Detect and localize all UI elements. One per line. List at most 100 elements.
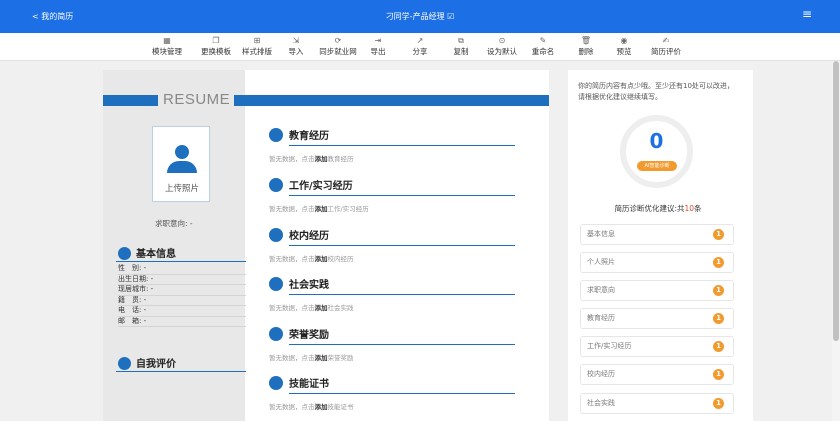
skills-section: 技能证书 暂无数据，点击添加技能证书 [269,376,515,411]
export-icon: ⇥ [374,36,382,45]
grid-icon: ▦ [163,36,171,45]
ai-diagnosis-badge[interactable]: AI智能诊断 [637,161,677,171]
page-scrollbar[interactable] [832,61,840,421]
briefcase-icon [269,178,283,192]
set-default-button[interactable]: ⊙ 设为默认 [484,35,520,57]
suggestion-education[interactable]: 教育经历 1 [580,308,734,329]
diagnosis-tip: 你的简历内容有点少哦。至少还有10处可以改进，请根据优化建议继续填写。 [578,82,734,101]
toolbar: ▦ 模块管理 ❐ 更换模板 ⊞ 样式排版 ⇲ 导入 ⟳ 同步就业网 ⇥ 导出 ↗ 分享 ⧉ 复制… [0,33,840,61]
import-icon: ⇲ [292,36,300,45]
add-skills-link[interactable]: 添加 [315,403,328,411]
city-row: 现居城市: - [118,285,246,296]
education-heading[interactable]: 教育经历 [269,128,515,144]
change-template-button[interactable]: ❐ 更换模板 [198,35,234,57]
add-campus-link[interactable]: 添加 [315,255,328,263]
trash-icon: 🗑 [580,36,592,45]
campus-heading[interactable]: 校内经历 [269,228,515,244]
delete-button[interactable]: 🗑 删除 [574,35,598,57]
education-section: 教育经历 暂无数据，点击添加教育经历 [269,128,515,163]
copy-button[interactable]: ⧉ 复制 [449,35,473,57]
campus-section: 校内经历 暂无数据，点击添加校内经历 [269,228,515,263]
suggestion-count-badge: 1 [713,341,724,352]
score-gauge: 0 AI智能诊断 [620,115,693,188]
self-evaluation-heading[interactable]: 自我评价 [118,355,176,371]
suggestion-campus[interactable]: 校内经历 1 [580,364,734,385]
basic-info-heading[interactable]: 基本信息 [118,245,176,261]
basic-info-divider [116,261,246,262]
diagnosis-summary: 简历诊断优化建议:共10条 [614,204,702,213]
upload-photo-label: 上传照片 [164,184,199,194]
suggestion-count: 10 [684,204,695,213]
review-icon: ✍ [662,36,670,45]
suggestion-photo[interactable]: 个人照片 1 [580,252,734,273]
person-icon [175,145,189,159]
top-header: < 我的简历 刁同学-产品经理 ☑ ≡ [0,0,840,33]
job-intent[interactable]: 求职意向: - [155,218,193,229]
social-practice-heading[interactable]: 社会实践 [269,277,515,293]
user-icon [118,246,131,260]
honors-section: 荣誉奖励 暂无数据，点击添加荣誉奖励 [269,327,515,362]
add-education-link[interactable]: 添加 [315,155,328,163]
suggestion-count-badge: 1 [713,398,724,409]
suggestion-count-badge: 1 [713,313,724,324]
suggestion-basic-info[interactable]: 基本信息 1 [580,224,734,245]
campus-empty-hint: 暂无数据，点击添加校内经历 [269,255,354,263]
score-value: 0 [649,129,664,153]
gender-row: 性 别: - [118,264,246,275]
education-empty-hint: 暂无数据，点击添加教育经历 [269,155,354,163]
social-practice-section: 社会实践 暂无数据，点击添加社会实践 [269,277,515,312]
email-row: 邮 箱: - [118,317,246,327]
edit-icon: ✎ [539,36,547,45]
share-icon: ↗ [416,36,424,45]
gear-icon [269,376,283,390]
honors-heading[interactable]: 荣誉奖励 [269,327,515,343]
work-empty-hint: 暂无数据，点击添加工作/实习经历 [269,205,369,213]
resume-title[interactable]: 刁同学-产品经理 ☑ [0,11,840,22]
honors-empty-hint: 暂无数据，点击添加荣誉奖励 [269,354,354,362]
add-honors-link[interactable]: 添加 [315,354,328,362]
hometown-row: 籍 贯: - [118,296,246,306]
people-icon [269,277,283,291]
basic-info-list[interactable]: 性 别: - 出生日期: - 现居城市: - 籍 贯: - 电 话: - 邮 箱… [118,264,246,327]
preview-button[interactable]: ◉ 预览 [612,35,636,57]
check-circle-icon: ⊙ [498,36,506,45]
add-social-practice-link[interactable]: 添加 [315,304,328,312]
upload-photo-button[interactable]: 上传照片 [152,126,210,202]
book-icon [269,228,283,242]
style-layout-button[interactable]: ⊞ 样式排版 [239,35,275,57]
suggestion-social-practice[interactable]: 社会实践 1 [580,393,734,414]
sync-icon: ⟳ [334,36,342,45]
birthdate-row: 出生日期: - [118,275,246,285]
import-button[interactable]: ⇲ 导入 [284,35,308,57]
suggestion-work[interactable]: 工作/实习经历 1 [580,336,734,357]
self-evaluation-divider [116,371,246,372]
scrollbar-thumb[interactable] [833,61,839,341]
resume-heading-bar-right [234,95,549,106]
export-button[interactable]: ⇥ 导出 [366,35,390,57]
skills-empty-hint: 暂无数据，点击添加技能证书 [269,403,354,411]
module-manage-button[interactable]: ▦ 模块管理 [145,35,189,57]
user-icon [118,356,131,370]
resume-review-button[interactable]: ✍ 简历评价 [647,35,685,57]
social-practice-empty-hint: 暂无数据，点击添加社会实践 [269,304,354,312]
graduation-icon [269,128,283,142]
copy-icon: ❐ [212,36,220,45]
suggestion-count-badge: 1 [713,285,724,296]
share-button[interactable]: ↗ 分享 [408,35,432,57]
suggestion-count-badge: 1 [713,229,724,240]
suggestion-job-intent[interactable]: 求职意向 1 [580,280,734,301]
hamburger-icon[interactable]: ≡ [802,7,812,21]
work-heading[interactable]: 工作/实习经历 [269,178,515,194]
sync-employment-button[interactable]: ⟳ 同步就业网 [316,35,360,57]
add-work-link[interactable]: 添加 [315,205,328,213]
resume-heading: RESUME [163,91,231,108]
phone-row: 电 话: - [118,306,246,317]
suggestion-count-badge: 1 [713,369,724,380]
resume-heading-bar-left [103,95,158,106]
duplicate-icon: ⧉ [458,36,464,45]
rename-button[interactable]: ✎ 重命名 [527,35,559,57]
skills-heading[interactable]: 技能证书 [269,376,515,392]
suggestion-count-badge: 1 [713,257,724,268]
layout-icon: ⊞ [253,36,261,45]
work-section: 工作/实习经历 暂无数据，点击添加工作/实习经历 [269,178,515,213]
